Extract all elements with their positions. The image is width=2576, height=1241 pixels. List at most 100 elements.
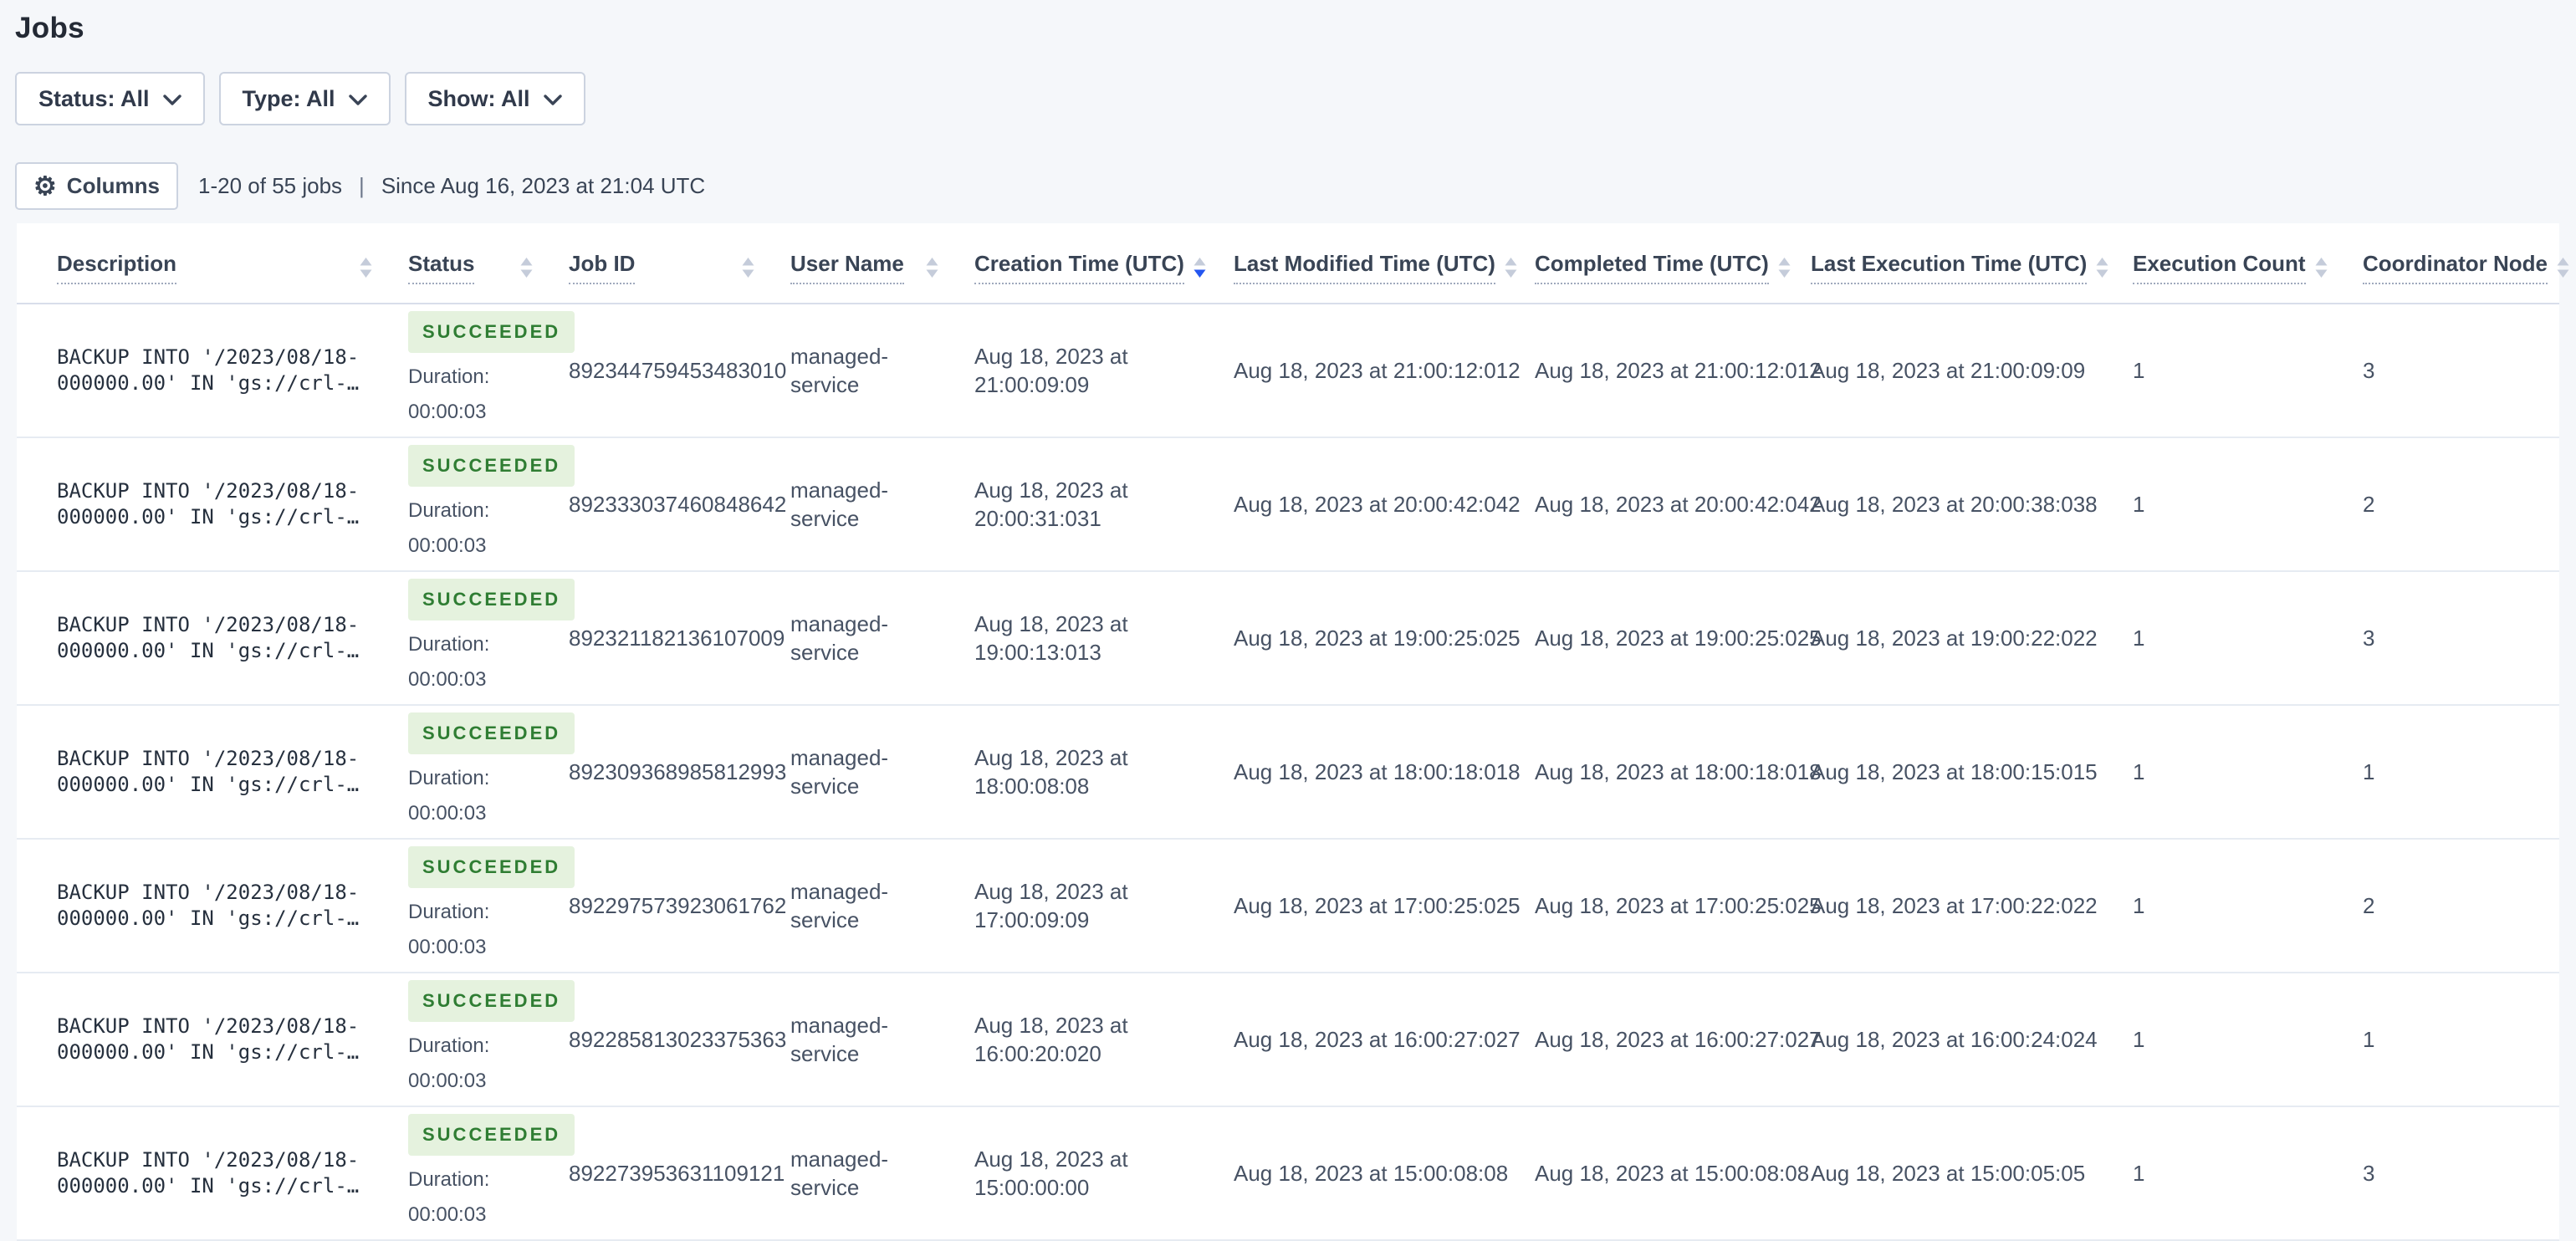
column-header-creation-time-utc[interactable]: Creation Time (UTC) [951,223,1210,304]
column-header-label[interactable]: Coordinator Node [2363,251,2548,284]
column-header-label[interactable]: Completed Time (UTC) [1535,251,1769,284]
job-creation-time: Aug 18, 2023 at 15:00:00:00 [974,1147,1128,1200]
table-body: BACKUP INTO '/2023/08/18-000000.00' IN '… [17,304,2559,1240]
sort-arrows-icon[interactable] [2556,256,2570,279]
job-id: 892273953631109121 [569,1161,785,1186]
status-filter-label: Status: All [38,85,150,111]
job-user-name: managed-service [790,879,889,932]
job-description-link[interactable]: BACKUP INTO '/2023/08/18-000000.00' IN '… [57,612,359,664]
column-header-last-modified-time-utc[interactable]: Last Modified Time (UTC) [1210,223,1517,304]
column-header-label[interactable]: Execution Count [2133,251,2306,284]
job-duration: Duration: 00:00:03 [408,499,490,557]
filters-bar: Status: All Type: All Show: All [15,72,2576,125]
column-header-label[interactable]: Job ID [569,251,636,284]
job-execution-count: 1 [2133,893,2145,918]
page-header: Jobs Status: All Type: All Show: All ⚙ C… [0,0,2576,210]
job-description-link[interactable]: BACKUP INTO '/2023/08/18-000000.00' IN '… [57,1147,359,1199]
table-header-row: Description Status Job ID User Name Crea… [17,223,2569,304]
job-coordinator-node: 1 [2363,759,2375,784]
column-header-last-execution-time-utc[interactable]: Last Execution Time (UTC) [1787,223,2109,304]
job-description-link[interactable]: BACKUP INTO '/2023/08/18-000000.00' IN '… [57,880,359,932]
sort-arrows-icon[interactable] [1504,256,1518,279]
column-header-completed-time-utc[interactable]: Completed Time (UTC) [1511,223,1791,304]
column-header-label[interactable]: User Name [790,251,904,284]
job-last-modified-time: Aug 18, 2023 at 21:00:12:012 [1234,358,1521,383]
sort-arrows-icon[interactable] [2095,256,2109,279]
job-creation-time: Aug 18, 2023 at 17:00:09:09 [974,879,1128,932]
job-description-link[interactable]: BACKUP INTO '/2023/08/18-000000.00' IN '… [57,1014,359,1065]
jobs-table-panel: Description Status Job ID User Name Crea… [17,223,2569,1241]
job-last-execution-time: Aug 18, 2023 at 20:00:38:038 [1811,492,2098,517]
job-creation-time: Aug 18, 2023 at 16:00:20:020 [974,1013,1128,1066]
job-id: 892333037460848642 [569,492,787,517]
column-header-user-name[interactable]: User Name [767,223,951,304]
job-last-execution-time: Aug 18, 2023 at 15:00:05:05 [1811,1161,2086,1186]
job-creation-time: Aug 18, 2023 at 19:00:13:013 [974,611,1128,665]
job-user-name: managed-service [790,1013,889,1066]
job-status-badge: SUCCEEDED [408,445,575,487]
job-id: 892344759453483010 [569,358,787,383]
column-header-label[interactable]: Status [408,251,475,284]
sort-arrows-icon[interactable] [2314,256,2328,279]
columns-button-label: Columns [66,173,161,198]
job-creation-time: Aug 18, 2023 at 20:00:31:031 [974,478,1128,531]
job-completed-time: Aug 18, 2023 at 18:00:18:018 [1535,759,1822,784]
job-last-execution-time: Aug 18, 2023 at 16:00:24:024 [1811,1027,2098,1052]
chevron-down-icon [348,94,367,106]
table-toolbar: ⚙ Columns 1-20 of 55 jobs | Since Aug 16… [15,162,2576,210]
chevron-down-icon [162,94,181,106]
type-filter-dropdown[interactable]: Type: All [218,72,391,125]
job-duration: Duration: 00:00:03 [408,365,490,423]
job-creation-time: Aug 18, 2023 at 21:00:09:09 [974,344,1128,397]
status-filter-dropdown[interactable]: Status: All [15,72,205,125]
job-execution-count: 1 [2133,626,2145,651]
job-description-link[interactable]: BACKUP INTO '/2023/08/18-000000.00' IN '… [57,345,359,396]
job-last-modified-time: Aug 18, 2023 at 17:00:25:025 [1234,893,1521,918]
sort-arrows-icon[interactable] [359,256,373,279]
job-last-execution-time: Aug 18, 2023 at 19:00:22:022 [1811,626,2098,651]
job-status-badge: SUCCEEDED [408,1114,575,1156]
table-header: Description Status Job ID User Name Crea… [17,223,2569,304]
column-header-label[interactable]: Description [57,251,177,284]
sort-arrows-icon[interactable] [925,256,939,279]
job-duration: Duration: 00:00:03 [408,1034,490,1092]
job-duration: Duration: 00:00:03 [408,901,490,958]
job-id: 892321182136107009 [569,626,785,651]
sort-arrows-icon[interactable] [519,256,534,279]
job-completed-time: Aug 18, 2023 at 17:00:25:025 [1535,893,1822,918]
column-header-job-id[interactable]: Job ID [545,223,767,304]
column-header-label[interactable]: Last Modified Time (UTC) [1234,251,1495,284]
job-last-modified-time: Aug 18, 2023 at 16:00:27:027 [1234,1027,1521,1052]
columns-button[interactable]: ⚙ Columns [15,162,179,210]
show-filter-dropdown[interactable]: Show: All [404,72,585,125]
job-completed-time: Aug 18, 2023 at 20:00:42:042 [1535,492,1822,517]
chevron-down-icon [543,94,562,106]
job-execution-count: 1 [2133,358,2145,383]
column-header-description[interactable]: Description [17,223,385,304]
sort-arrows-icon[interactable] [741,256,755,279]
job-completed-time: Aug 18, 2023 at 21:00:12:012 [1535,358,1822,383]
job-completed-time: Aug 18, 2023 at 15:00:08:08 [1535,1161,1810,1186]
type-filter-label: Type: All [242,85,335,111]
job-coordinator-node: 2 [2363,893,2375,918]
page-title: Jobs [15,12,84,44]
column-header-execution-count[interactable]: Execution Count [2109,223,2339,304]
column-header-coordinator-node[interactable]: Coordinator Node [2339,223,2569,304]
column-header-label[interactable]: Creation Time (UTC) [974,251,1184,284]
job-duration: Duration: 00:00:03 [408,767,490,825]
jobs-page: Jobs Status: All Type: All Show: All ⚙ C… [0,0,2576,1241]
gear-icon: ⚙ [33,171,57,201]
job-coordinator-node: 2 [2363,492,2375,517]
sort-arrows-icon[interactable] [1193,256,1207,279]
job-description-link[interactable]: BACKUP INTO '/2023/08/18-000000.00' IN '… [57,746,359,798]
job-user-name: managed-service [790,344,889,397]
job-last-modified-time: Aug 18, 2023 at 18:00:18:018 [1234,759,1521,784]
show-filter-label: Show: All [427,85,530,111]
job-description-link[interactable]: BACKUP INTO '/2023/08/18-000000.00' IN '… [57,478,359,530]
column-header-status[interactable]: Status [385,223,545,304]
column-header-label[interactable]: Last Execution Time (UTC) [1811,251,2088,284]
sort-arrows-icon[interactable] [1777,256,1791,279]
separator: | [359,173,365,198]
job-user-name: managed-service [790,1147,889,1200]
job-status-badge: SUCCEEDED [408,980,575,1022]
